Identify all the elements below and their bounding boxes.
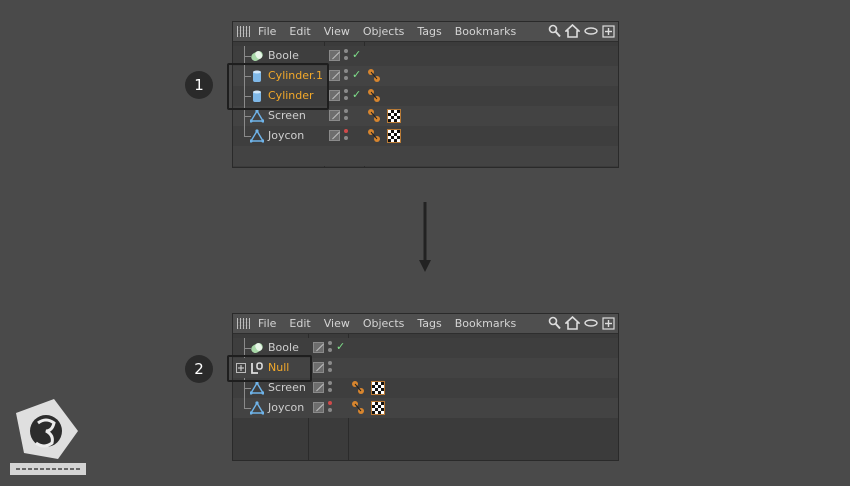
menu-bar: File Edit View Objects Tags Bookmarks [233, 22, 618, 42]
layer-box-icon[interactable] [313, 382, 324, 393]
visibility-dots[interactable] [344, 49, 348, 63]
phong-tag-icon[interactable] [367, 108, 381, 124]
material-tag-icon[interactable] [371, 381, 385, 395]
polygon-icon [250, 401, 264, 415]
home-icon[interactable] [565, 24, 580, 38]
layer-box-icon[interactable] [313, 342, 324, 353]
new-window-icon[interactable] [602, 316, 615, 330]
visibility-dots[interactable] [344, 69, 348, 83]
menu-edit[interactable]: Edit [289, 25, 310, 38]
search-icon[interactable] [548, 316, 561, 330]
layer-box-icon[interactable] [329, 130, 340, 141]
layer-box-icon[interactable] [329, 50, 340, 61]
polygon-icon [250, 109, 264, 123]
object-row-joycon[interactable]: Joycon [233, 398, 618, 418]
step-badge-2: 2 [185, 355, 213, 383]
object-name[interactable]: Joycon [268, 129, 304, 142]
object-name[interactable]: Screen [268, 109, 306, 122]
visibility-dots[interactable] [328, 341, 332, 355]
layer-box-icon[interactable] [329, 70, 340, 81]
polygon-icon [250, 381, 264, 395]
phong-tag-icon[interactable] [367, 128, 381, 144]
layer-box-icon[interactable] [329, 90, 340, 101]
material-tag-icon[interactable] [387, 109, 401, 123]
material-tag-icon[interactable] [371, 401, 385, 415]
menu-view[interactable]: View [324, 25, 350, 38]
enabled-check-icon[interactable]: ✓ [336, 340, 345, 353]
selection-highlight-null [227, 355, 312, 382]
visibility-dots[interactable] [328, 401, 332, 415]
down-arrow-icon [419, 202, 431, 272]
home-icon[interactable] [565, 316, 580, 330]
menu-tags[interactable]: Tags [417, 25, 441, 38]
object-name[interactable]: Boole [268, 49, 299, 62]
step-badge-1: 1 [185, 71, 213, 99]
search-icon[interactable] [548, 24, 561, 38]
object-row-joycon[interactable]: Joycon [233, 126, 618, 146]
eye-icon[interactable] [584, 26, 598, 36]
material-tag-icon[interactable] [387, 129, 401, 143]
site-logo-watermark [10, 399, 86, 475]
new-window-icon[interactable] [602, 24, 615, 38]
eye-icon[interactable] [584, 318, 598, 328]
menu-objects[interactable]: Objects [363, 317, 405, 330]
empty-row [233, 146, 618, 166]
polygon-icon [250, 129, 264, 143]
enabled-check-icon[interactable]: ✓ [352, 48, 361, 61]
object-name[interactable]: Screen [268, 381, 306, 394]
phong-tag-icon[interactable] [367, 88, 381, 104]
visibility-dots[interactable] [344, 109, 348, 123]
menu-file[interactable]: File [258, 317, 276, 330]
menu-tags[interactable]: Tags [417, 317, 441, 330]
panel-grip-icon[interactable] [237, 318, 250, 329]
menu-view[interactable]: View [324, 317, 350, 330]
selection-highlight-cylinders [227, 63, 329, 110]
enabled-check-icon[interactable]: ✓ [352, 68, 361, 81]
menu-bar: File Edit View Objects Tags Bookmarks [233, 314, 618, 334]
layer-box-icon[interactable] [313, 362, 324, 373]
phong-tag-icon[interactable] [367, 68, 381, 84]
toolbar-icons [548, 316, 615, 330]
object-name[interactable]: Joycon [268, 401, 304, 414]
visibility-dots[interactable] [344, 89, 348, 103]
layer-box-icon[interactable] [313, 402, 324, 413]
menu-edit[interactable]: Edit [289, 317, 310, 330]
boole-icon [251, 343, 263, 353]
phong-tag-icon[interactable] [351, 380, 365, 396]
visibility-dots[interactable] [328, 361, 332, 375]
layer-box-icon[interactable] [329, 110, 340, 121]
menu-bookmarks[interactable]: Bookmarks [455, 25, 516, 38]
visibility-dots[interactable] [328, 381, 332, 395]
enabled-check-icon[interactable]: ✓ [352, 88, 361, 101]
panel-grip-icon[interactable] [237, 26, 250, 37]
object-manager-panel-after: File Edit View Objects Tags Bookmarks Bo… [232, 313, 619, 461]
visibility-dots[interactable] [344, 129, 348, 143]
toolbar-icons [548, 24, 615, 38]
object-name[interactable]: Boole [268, 341, 299, 354]
menu-bookmarks[interactable]: Bookmarks [455, 317, 516, 330]
menu-file[interactable]: File [258, 25, 276, 38]
boole-icon [251, 51, 263, 61]
phong-tag-icon[interactable] [351, 400, 365, 416]
menu-objects[interactable]: Objects [363, 25, 405, 38]
